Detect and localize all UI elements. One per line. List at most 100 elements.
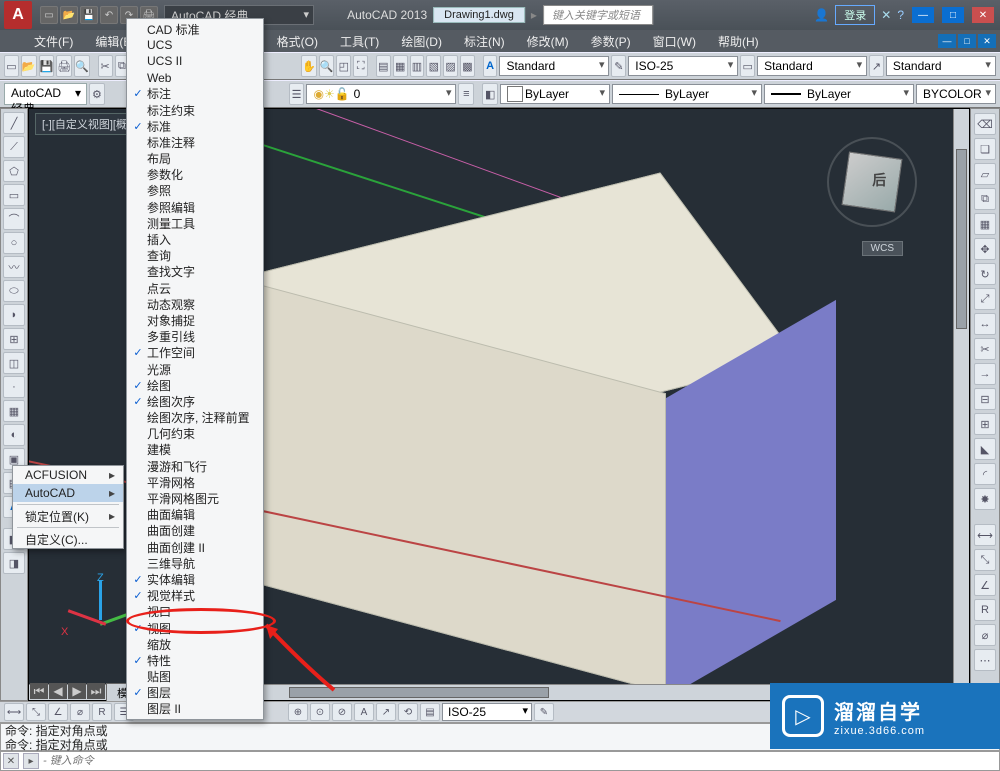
print-icon[interactable]: 🖨 [56, 55, 72, 77]
zoom-icon[interactable]: 🔍 [319, 55, 335, 77]
fillet-icon[interactable]: ◜ [974, 463, 996, 485]
tab-nav-next-icon[interactable]: ▶ [68, 683, 86, 699]
toolbar-menu-item-12[interactable]: 测量工具 [127, 215, 263, 231]
arc-icon[interactable]: ⌒ [3, 208, 25, 230]
qat-new-icon[interactable]: ▭ [40, 6, 58, 24]
polygon-icon[interactable]: ⬠ [3, 160, 25, 182]
text-style-combo[interactable]: Standard [499, 56, 609, 76]
mleader-style-combo[interactable]: Standard [886, 56, 996, 76]
st-dimstyle-icon[interactable]: ✎ [534, 703, 554, 721]
hatch-icon[interactable]: ▦ [3, 400, 25, 422]
toolbar-menu-item-39[interactable]: ✓特性 [127, 652, 263, 668]
offset-icon[interactable]: ⧉ [974, 188, 996, 210]
menu-param[interactable]: 参数(P) [581, 31, 641, 52]
help-icon[interactable]: ? [897, 8, 904, 22]
dim-linear-icon[interactable]: ⟷ [974, 524, 996, 546]
close-button[interactable]: ✕ [972, 7, 994, 23]
toolbar-menu-item-28[interactable]: 平滑网格 [127, 474, 263, 490]
toolbar-menu-item-1[interactable]: UCS [127, 37, 263, 53]
scrollbar-vertical[interactable] [953, 109, 969, 700]
toolbar-menu-item-2[interactable]: UCS II [127, 53, 263, 69]
menu-help[interactable]: 帮助(H) [708, 31, 769, 52]
layer-combo[interactable]: ◉ ☀ 🔓 0 [306, 84, 456, 104]
st-c-icon[interactable]: ⊘ [332, 703, 352, 721]
toolbar-menu-item-33[interactable]: 三维导航 [127, 555, 263, 571]
st-dim1-icon[interactable]: ⟷ [4, 703, 24, 721]
ctx-customize[interactable]: 自定义(C)... [13, 530, 123, 548]
menu-format[interactable]: 格式(O) [267, 31, 328, 52]
new-icon[interactable]: ▭ [4, 55, 19, 77]
tablestyle-icon[interactable]: ▭ [740, 55, 755, 77]
insert-icon[interactable]: ⊞ [3, 328, 25, 350]
layer-match-icon[interactable]: ≡ [458, 83, 474, 105]
array-icon[interactable]: ▦ [974, 213, 996, 235]
toolbar-menu-item-15[interactable]: 查找文字 [127, 264, 263, 280]
viewcube[interactable]: 后 [827, 137, 917, 227]
circle-icon[interactable]: ○ [3, 232, 25, 254]
dim-radius-icon[interactable]: R [974, 599, 996, 621]
st-d-icon[interactable]: A [354, 703, 374, 721]
scrollbar-h-thumb[interactable] [289, 687, 549, 698]
status-dim-combo[interactable]: ISO-25 [442, 703, 532, 721]
linetype-combo[interactable]: ByLayer [612, 84, 762, 104]
dim-aligned-icon[interactable]: ⤡ [974, 549, 996, 571]
zoom-win-icon[interactable]: ◰ [336, 55, 351, 77]
open-icon[interactable]: 📂 [21, 55, 37, 77]
ctx-acfusion[interactable]: ACFUSION▸ [13, 466, 123, 484]
calc-icon[interactable]: ▩ [460, 55, 475, 77]
pan-icon[interactable]: ✋ [301, 55, 317, 77]
line-icon[interactable]: ╱ [3, 112, 25, 134]
tab-nav-first-icon[interactable]: ⏮ [30, 683, 48, 699]
gradient-icon[interactable]: ◐ [3, 424, 25, 446]
toolbar-menu-item-10[interactable]: 参照 [127, 183, 263, 199]
toolpal-icon[interactable]: ▥ [410, 55, 425, 77]
toolbar-menu-item-0[interactable]: CAD 标准 [127, 21, 263, 37]
toolbar-menu-item-21[interactable]: 光源 [127, 361, 263, 377]
toolbar-menu-item-34[interactable]: ✓实体编辑 [127, 571, 263, 587]
toolbar-menu-item-30[interactable]: 曲面编辑 [127, 507, 263, 523]
erase-icon[interactable]: ⌫ [974, 113, 996, 135]
st-dim3-icon[interactable]: ∠ [48, 703, 68, 721]
cmd-prompt-icon[interactable]: ▸ [23, 753, 39, 769]
toolbar-menu-item-17[interactable]: 动态观察 [127, 296, 263, 312]
toolbar-menu-item-11[interactable]: 参照编辑 [127, 199, 263, 215]
toolbar-menu-item-7[interactable]: 标准注释 [127, 134, 263, 150]
plotstyle-combo[interactable]: BYCOLOR [916, 84, 996, 104]
point-icon[interactable]: · [3, 376, 25, 398]
st-f-icon[interactable]: ⟲ [398, 703, 418, 721]
wcs-badge[interactable]: WCS [862, 241, 903, 256]
rotate-icon[interactable]: ↻ [974, 263, 996, 285]
toolbar-menu-item-6[interactable]: ✓标准 [127, 118, 263, 134]
stretch-icon[interactable]: ↔ [974, 313, 996, 335]
menu-draw[interactable]: 绘图(D) [391, 31, 452, 52]
dim-style-combo[interactable]: ISO-25 [628, 56, 738, 76]
st-e-icon[interactable]: ↗ [376, 703, 396, 721]
doc-restore-button[interactable]: □ [958, 34, 976, 48]
menu-modify[interactable]: 修改(M) [517, 31, 579, 52]
doc-close-button[interactable]: ✕ [978, 34, 996, 48]
toolbar-menu-item-35[interactable]: ✓视觉样式 [127, 588, 263, 604]
toolbar-menu-item-31[interactable]: 曲面创建 [127, 523, 263, 539]
lineweight-combo[interactable]: ByLayer [764, 84, 914, 104]
toolbar-menu-item-23[interactable]: ✓绘图次序 [127, 393, 263, 409]
toolbar-menu-item-20[interactable]: ✓工作空间 [127, 345, 263, 361]
toolbar-menu-item-3[interactable]: Web [127, 70, 263, 86]
table-style-combo[interactable]: Standard [757, 56, 867, 76]
toolbar-menu-item-25[interactable]: 几何约束 [127, 426, 263, 442]
remsel-icon[interactable]: ◨ [3, 552, 25, 574]
toolbar-menu-item-32[interactable]: 曲面创建 II [127, 539, 263, 555]
ctx-autocad[interactable]: AutoCAD▸ [13, 484, 123, 502]
exchange-icon[interactable]: ✕ [881, 8, 891, 22]
user-icon[interactable]: 👤 [814, 8, 829, 22]
scrollbar-v-thumb[interactable] [956, 149, 967, 329]
minimize-button[interactable]: — [912, 7, 934, 23]
st-g-icon[interactable]: ▤ [420, 703, 440, 721]
color-combo[interactable]: ByLayer [500, 84, 610, 104]
menu-dim[interactable]: 标注(N) [454, 31, 515, 52]
login-button[interactable]: 登录 [835, 5, 875, 25]
layerprops-icon[interactable]: ☰ [289, 83, 305, 105]
save-icon[interactable]: 💾 [39, 55, 55, 77]
designctr-icon[interactable]: ▦ [393, 55, 408, 77]
extend-icon[interactable]: → [974, 363, 996, 385]
qat-undo-icon[interactable]: ↶ [100, 6, 118, 24]
